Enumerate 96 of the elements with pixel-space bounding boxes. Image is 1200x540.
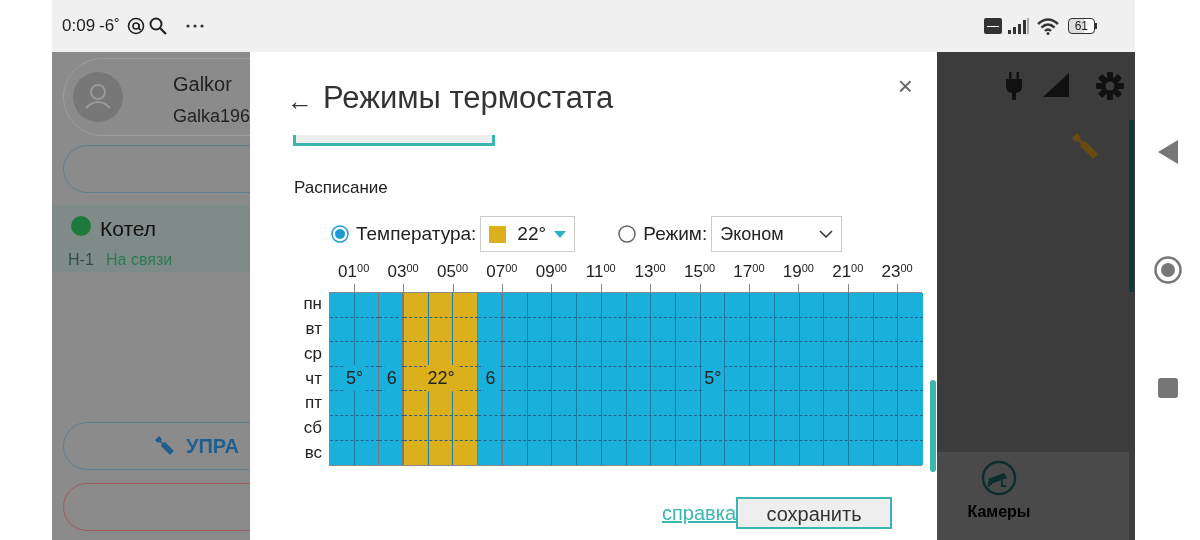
schedule-cell[interactable]: [330, 293, 380, 318]
schedule-cell[interactable]: [330, 391, 380, 416]
temperature-select[interactable]: 22°: [480, 216, 576, 252]
save-button[interactable]: сохранить: [736, 497, 892, 529]
more-icon: [184, 23, 205, 29]
schedule-cell[interactable]: [478, 391, 503, 416]
hour-label: 01$^{00}$: [338, 262, 370, 281]
schedule-cell[interactable]: [404, 415, 479, 441]
block-label: 5°: [344, 365, 366, 392]
back-button[interactable]: ←: [287, 88, 313, 114]
section-title: Расписание: [294, 177, 389, 199]
schedule-cell[interactable]: [502, 391, 923, 416]
schedule-cell[interactable]: [330, 415, 380, 441]
clock-time: 0:09: [62, 15, 96, 38]
schedule-cell[interactable]: [379, 342, 405, 367]
schedule-cell[interactable]: [502, 342, 923, 367]
schedule-cell[interactable]: [330, 342, 380, 367]
recents-icon[interactable]: [1157, 378, 1178, 398]
hour-label: 21$^{00}$: [832, 262, 864, 281]
schedule-cell[interactable]: [478, 317, 503, 343]
device-code: Н-1: [68, 250, 94, 270]
hour-label: 05$^{00}$: [436, 262, 469, 281]
schedule-cell[interactable]: 6: [478, 366, 503, 392]
schedule-cell[interactable]: [404, 342, 479, 367]
day-label: сб: [302, 417, 323, 440]
add-mode-button[interactable]: [293, 135, 495, 146]
hour-label: 15$^{00}$: [683, 262, 716, 281]
hour-label: 23$^{00}$: [881, 262, 913, 281]
hour-label: 17$^{00}$: [733, 262, 765, 281]
schedule-cell[interactable]: [330, 317, 380, 343]
schedule-cell[interactable]: [502, 293, 923, 318]
mode-select[interactable]: Эконом: [711, 216, 843, 252]
user-login: Galka196: [173, 105, 250, 128]
radio-button[interactable]: [331, 225, 349, 243]
device-name: Котел: [100, 216, 157, 242]
avatar-icon: [73, 72, 123, 122]
schedule-cell[interactable]: [404, 391, 479, 416]
day-label: пн: [302, 293, 323, 315]
search-icon: [148, 17, 167, 35]
schedule-cell[interactable]: [379, 391, 405, 416]
battery-level: 61: [1067, 18, 1095, 34]
hour-label: 09$^{00}$: [535, 262, 567, 281]
scrollbar[interactable]: [1129, 120, 1134, 292]
hour-label: 19$^{00}$: [782, 262, 814, 281]
schedule-cell[interactable]: [404, 317, 479, 343]
schedule-grid[interactable]: 5° 6 22° 6 5°: [329, 292, 922, 466]
day-label: чт: [304, 367, 323, 390]
day-label: пт: [304, 392, 323, 415]
block-label: 6: [483, 365, 498, 392]
settings-icon[interactable]: [1096, 72, 1124, 100]
select-value: 22°: [517, 221, 547, 246]
dialog-title: Режимы термостата: [323, 78, 614, 117]
plug-icon: [1005, 72, 1023, 100]
option-label: Температура:: [356, 221, 477, 246]
scrollbar[interactable]: [930, 380, 936, 472]
radio-button[interactable]: [618, 225, 637, 243]
day-label: вс: [303, 442, 323, 465]
back-icon[interactable]: [1157, 140, 1178, 164]
close-button[interactable]: ×: [897, 73, 913, 99]
schedule-cell[interactable]: [478, 293, 503, 318]
schedule-cell[interactable]: [478, 415, 503, 441]
schedule-cell[interactable]: [379, 317, 405, 343]
day-label: ср: [303, 342, 323, 365]
schedule-cell[interactable]: [379, 415, 405, 441]
schedule-cell[interactable]: 5°: [330, 366, 380, 392]
schedule-cell[interactable]: 6: [379, 366, 405, 392]
schedule-cell[interactable]: 5°: [502, 366, 923, 392]
signal-triangle-icon: [1043, 73, 1069, 97]
block-label: 22°: [425, 365, 457, 392]
schedule-cell[interactable]: [502, 415, 923, 441]
weather-temperature: -6˚: [99, 15, 120, 38]
option-label: Режим:: [643, 221, 708, 246]
schedule-cell[interactable]: [502, 317, 923, 343]
schedule-cell[interactable]: [404, 293, 479, 318]
camera-icon: [981, 460, 1017, 496]
home-icon[interactable]: [1153, 256, 1182, 284]
hour-label: 03$^{00}$: [387, 262, 419, 281]
caret-icon: [554, 230, 567, 238]
schedule-cell[interactable]: [478, 342, 503, 367]
schedule-cell[interactable]: 22°: [404, 366, 479, 392]
connection-status: На связи: [106, 250, 173, 270]
chevron-icon: [819, 230, 834, 238]
hour-label: 11$^{00}$: [585, 262, 616, 281]
cell-signal-icon: [1005, 18, 1030, 34]
schedule-cell[interactable]: [404, 440, 479, 465]
hour-label: 07$^{00}$: [486, 262, 518, 281]
at-sign-icon: [126, 17, 145, 35]
wifi-icon: [1035, 17, 1060, 35]
select-value: Эконом: [720, 222, 784, 246]
hour-label: 13$^{00}$: [634, 262, 666, 281]
user-name: Galkor: [173, 72, 232, 97]
device-row[interactable]: Котел Н-1 На связи: [52, 205, 250, 272]
schedule-cell[interactable]: [379, 293, 405, 318]
block-label: 5°: [702, 365, 724, 392]
block-label: 6: [384, 365, 399, 392]
day-label: вт: [304, 317, 323, 340]
